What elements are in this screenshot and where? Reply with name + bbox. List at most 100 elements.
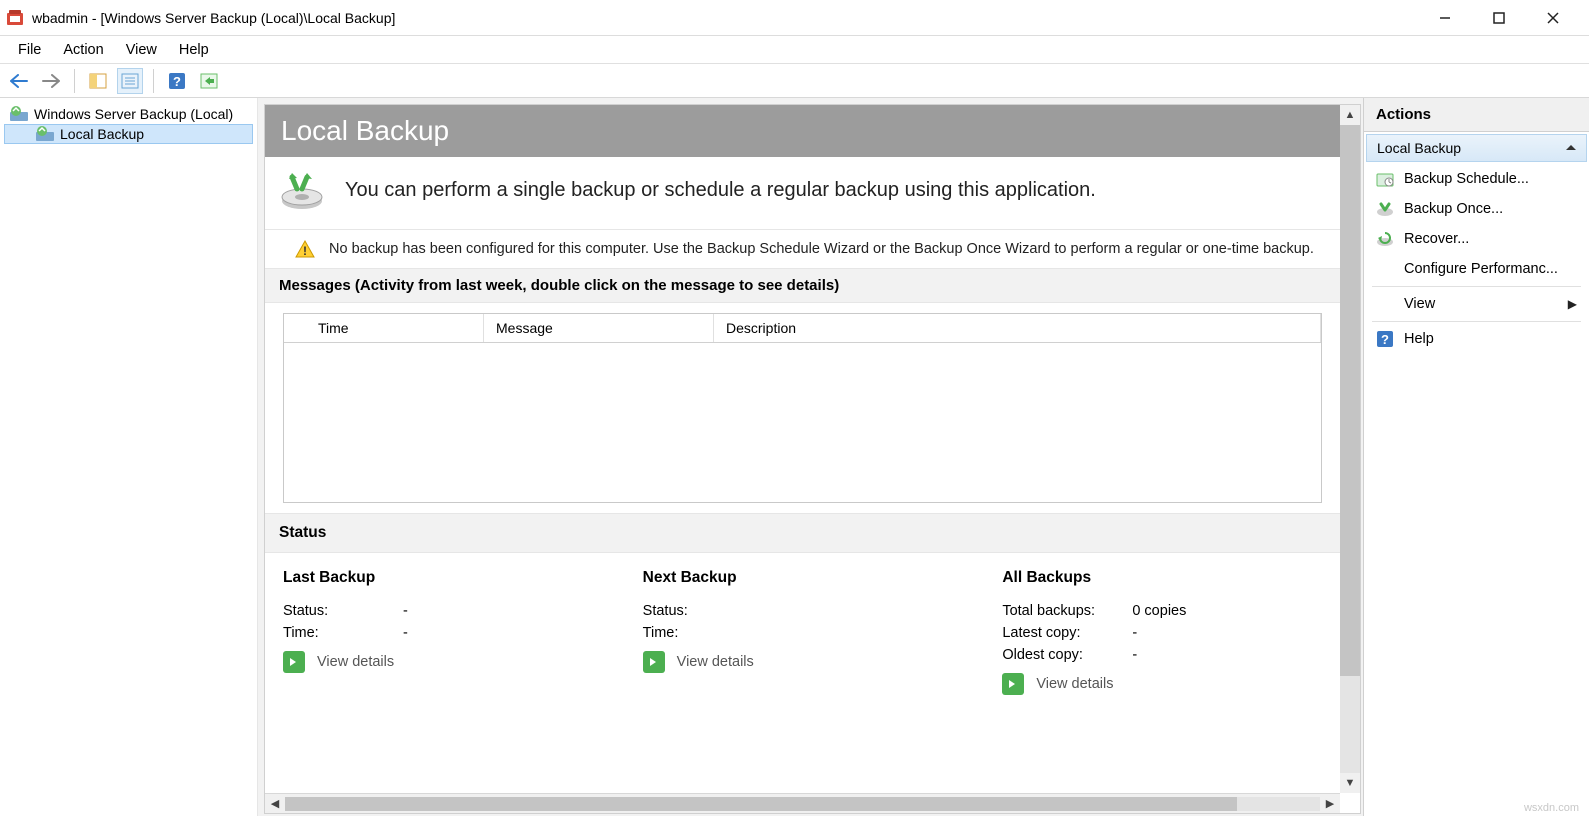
column-description[interactable]: Description xyxy=(714,314,1321,342)
toolbar-divider xyxy=(74,69,75,93)
next-time-label: Time: xyxy=(643,625,743,641)
all-backups-section: All Backups Total backups:0 copies Lates… xyxy=(1002,569,1322,695)
action-backup-once[interactable]: Backup Once... xyxy=(1364,194,1589,224)
app-icon xyxy=(6,9,24,27)
status-heading: Status xyxy=(265,513,1340,553)
action-view[interactable]: View ▶ xyxy=(1364,289,1589,319)
arrow-right-icon xyxy=(283,651,305,673)
collapse-icon xyxy=(1566,143,1576,153)
scroll-thumb[interactable] xyxy=(285,797,1237,811)
horizontal-scrollbar[interactable]: ◀ ▶ xyxy=(265,793,1340,813)
menu-action[interactable]: Action xyxy=(53,39,113,61)
scroll-thumb[interactable] xyxy=(1340,125,1360,676)
action-backup-schedule[interactable]: Backup Schedule... xyxy=(1364,164,1589,194)
blank-icon xyxy=(1376,260,1394,278)
blank-icon xyxy=(1376,295,1394,313)
warning-icon: ! xyxy=(295,240,315,258)
action-label: Backup Schedule... xyxy=(1404,171,1529,187)
latest-copy-value: - xyxy=(1132,625,1137,641)
main-panel-inner: Local Backup You can perform a single ba… xyxy=(264,104,1361,814)
actions-group-header[interactable]: Local Backup xyxy=(1366,134,1587,162)
actions-group-label: Local Backup xyxy=(1377,140,1461,156)
intro-text: You can perform a single backup or sched… xyxy=(345,179,1096,202)
tree-node-label: Local Backup xyxy=(60,126,144,142)
titlebar: wbadmin - [Windows Server Backup (Local)… xyxy=(0,0,1589,36)
toolbar-divider xyxy=(153,69,154,93)
action-label: Backup Once... xyxy=(1404,201,1503,217)
action-recover[interactable]: Recover... xyxy=(1364,224,1589,254)
maximize-button[interactable] xyxy=(1485,7,1513,29)
toolbar-properties-button[interactable] xyxy=(117,68,143,94)
watermark: wsxdn.com xyxy=(1524,802,1579,814)
menu-help[interactable]: Help xyxy=(169,39,219,61)
page-title: Local Backup xyxy=(265,105,1340,157)
forward-button[interactable] xyxy=(38,68,64,94)
submenu-arrow-icon: ▶ xyxy=(1568,297,1577,311)
action-label: Help xyxy=(1404,331,1434,347)
scroll-track[interactable] xyxy=(1340,125,1360,773)
svg-text:?: ? xyxy=(173,74,181,89)
close-button[interactable] xyxy=(1539,7,1567,29)
messages-table[interactable]: Time Message Description xyxy=(283,313,1322,503)
arrow-right-icon xyxy=(643,651,665,673)
backup-once-icon xyxy=(1376,200,1394,218)
column-time[interactable]: Time xyxy=(284,314,484,342)
intro-row: You can perform a single backup or sched… xyxy=(265,157,1340,230)
actions-pane: Actions Local Backup Backup Schedule... … xyxy=(1363,98,1589,816)
total-backups-label: Total backups: xyxy=(1002,603,1112,619)
tree-node-local-backup[interactable]: Local Backup xyxy=(4,124,253,144)
all-view-details-link[interactable]: View details xyxy=(1002,673,1322,695)
actions-separator xyxy=(1372,286,1581,287)
menubar: File Action View Help xyxy=(0,36,1589,64)
actions-separator xyxy=(1372,321,1581,322)
last-backup-section: Last Backup Status:- Time:- View details xyxy=(283,569,603,695)
next-backup-section: Next Backup Status: Time: View details xyxy=(643,569,963,695)
scroll-up-icon[interactable]: ▲ xyxy=(1340,105,1360,125)
last-status-label: Status: xyxy=(283,603,383,619)
last-time-label: Time: xyxy=(283,625,383,641)
local-backup-icon xyxy=(36,126,54,142)
scroll-left-icon[interactable]: ◀ xyxy=(265,795,285,813)
action-configure-performance[interactable]: Configure Performanc... xyxy=(1364,254,1589,284)
vertical-scrollbar[interactable]: ▲ ▼ xyxy=(1340,105,1360,793)
last-backup-title: Last Backup xyxy=(283,569,603,587)
window-title: wbadmin - [Windows Server Backup (Local)… xyxy=(32,10,1431,26)
oldest-copy-label: Oldest copy: xyxy=(1002,647,1112,663)
scroll-down-icon[interactable]: ▼ xyxy=(1340,773,1360,793)
help-icon: ? xyxy=(1376,330,1394,348)
arrow-right-icon xyxy=(1002,673,1024,695)
svg-text:!: ! xyxy=(303,244,307,258)
status-row: Last Backup Status:- Time:- View details… xyxy=(265,553,1340,715)
backup-drive-icon xyxy=(279,169,325,211)
actions-header: Actions xyxy=(1364,98,1589,132)
server-backup-icon xyxy=(10,106,28,122)
next-backup-title: Next Backup xyxy=(643,569,963,587)
toolbar: ? xyxy=(0,64,1589,98)
view-details-label: View details xyxy=(677,654,754,670)
total-backups-value: 0 copies xyxy=(1132,603,1186,619)
toolbar-help-button[interactable]: ? xyxy=(164,68,190,94)
navigation-tree: Windows Server Backup (Local) Local Back… xyxy=(0,98,258,816)
minimize-button[interactable] xyxy=(1431,7,1459,29)
back-button[interactable] xyxy=(6,68,32,94)
svg-text:?: ? xyxy=(1381,332,1389,347)
messages-table-header: Time Message Description xyxy=(284,314,1321,343)
menu-view[interactable]: View xyxy=(116,39,167,61)
last-view-details-link[interactable]: View details xyxy=(283,651,603,673)
toolbar-export-button[interactable] xyxy=(196,68,222,94)
window-controls xyxy=(1431,7,1583,29)
menu-file[interactable]: File xyxy=(8,39,51,61)
toolbar-show-hide-tree-button[interactable] xyxy=(85,68,111,94)
action-label: View xyxy=(1404,296,1435,312)
action-help[interactable]: ? Help xyxy=(1364,324,1589,354)
column-message[interactable]: Message xyxy=(484,314,714,342)
tree-node-server-backup[interactable]: Windows Server Backup (Local) xyxy=(4,104,253,124)
scroll-right-icon[interactable]: ▶ xyxy=(1320,795,1340,813)
warning-text: No backup has been configured for this c… xyxy=(329,241,1314,257)
scroll-track[interactable] xyxy=(285,797,1320,811)
view-details-label: View details xyxy=(1036,676,1113,692)
main-panel: Local Backup You can perform a single ba… xyxy=(258,98,1363,816)
backup-schedule-icon xyxy=(1376,170,1394,188)
next-view-details-link[interactable]: View details xyxy=(643,651,963,673)
oldest-copy-value: - xyxy=(1132,647,1137,663)
